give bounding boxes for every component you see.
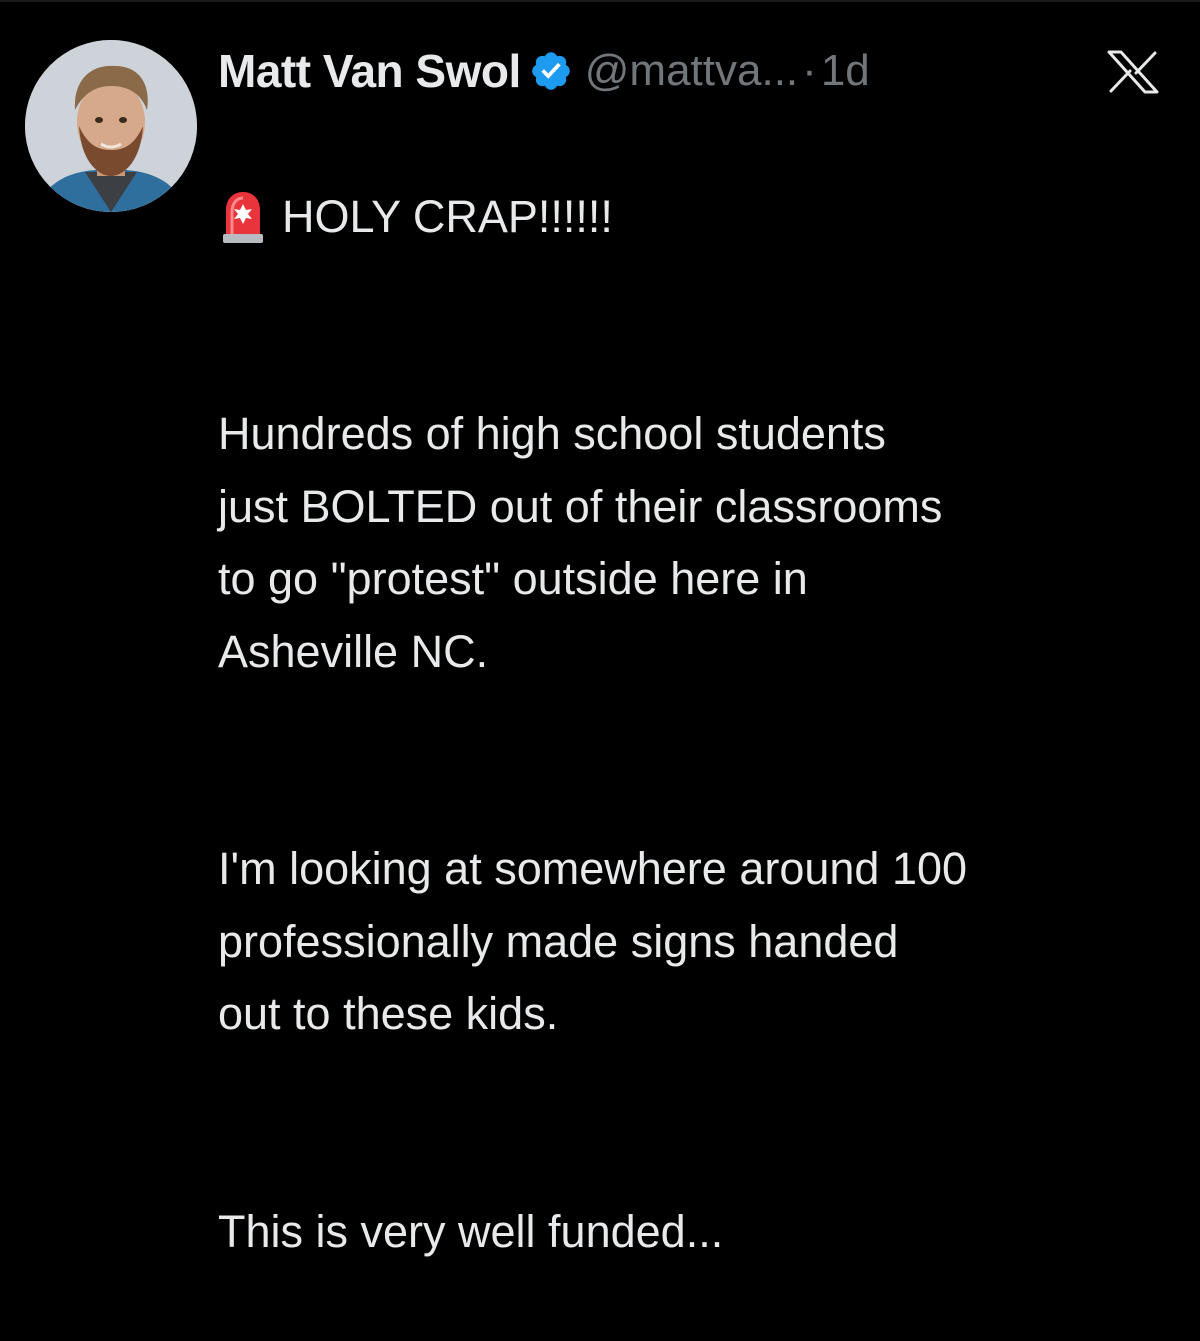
author-name[interactable]: Matt Van Swol <box>218 44 521 98</box>
author-handle[interactable]: @mattva... <box>585 46 798 96</box>
tweet-header: Matt Van Swol @mattva... · 1d <box>218 40 1178 102</box>
tweet-paragraph: This is very well funded... <box>218 1205 724 1257</box>
tweet-timestamp[interactable]: 1d <box>821 46 870 96</box>
tweet-paragraph: I'm looking at somewhere around 100 prof… <box>218 843 968 1039</box>
police-siren-icon <box>223 191 263 243</box>
top-divider <box>0 0 1200 2</box>
tweet-headline: HOLY CRAP!!!!!! <box>282 190 613 242</box>
tweet-paragraph: Hundreds of high school students just BO… <box>218 408 943 677</box>
tweet-first-line: HOLY CRAP!!!!!! <box>218 181 1178 254</box>
tweet-text: HOLY CRAP!!!!!! Hundreds of high school … <box>218 108 1178 1341</box>
verified-badge-icon <box>531 52 570 90</box>
avatar[interactable] <box>25 40 197 212</box>
header-separator: · <box>802 46 817 95</box>
x-logo-icon <box>1107 50 1159 94</box>
